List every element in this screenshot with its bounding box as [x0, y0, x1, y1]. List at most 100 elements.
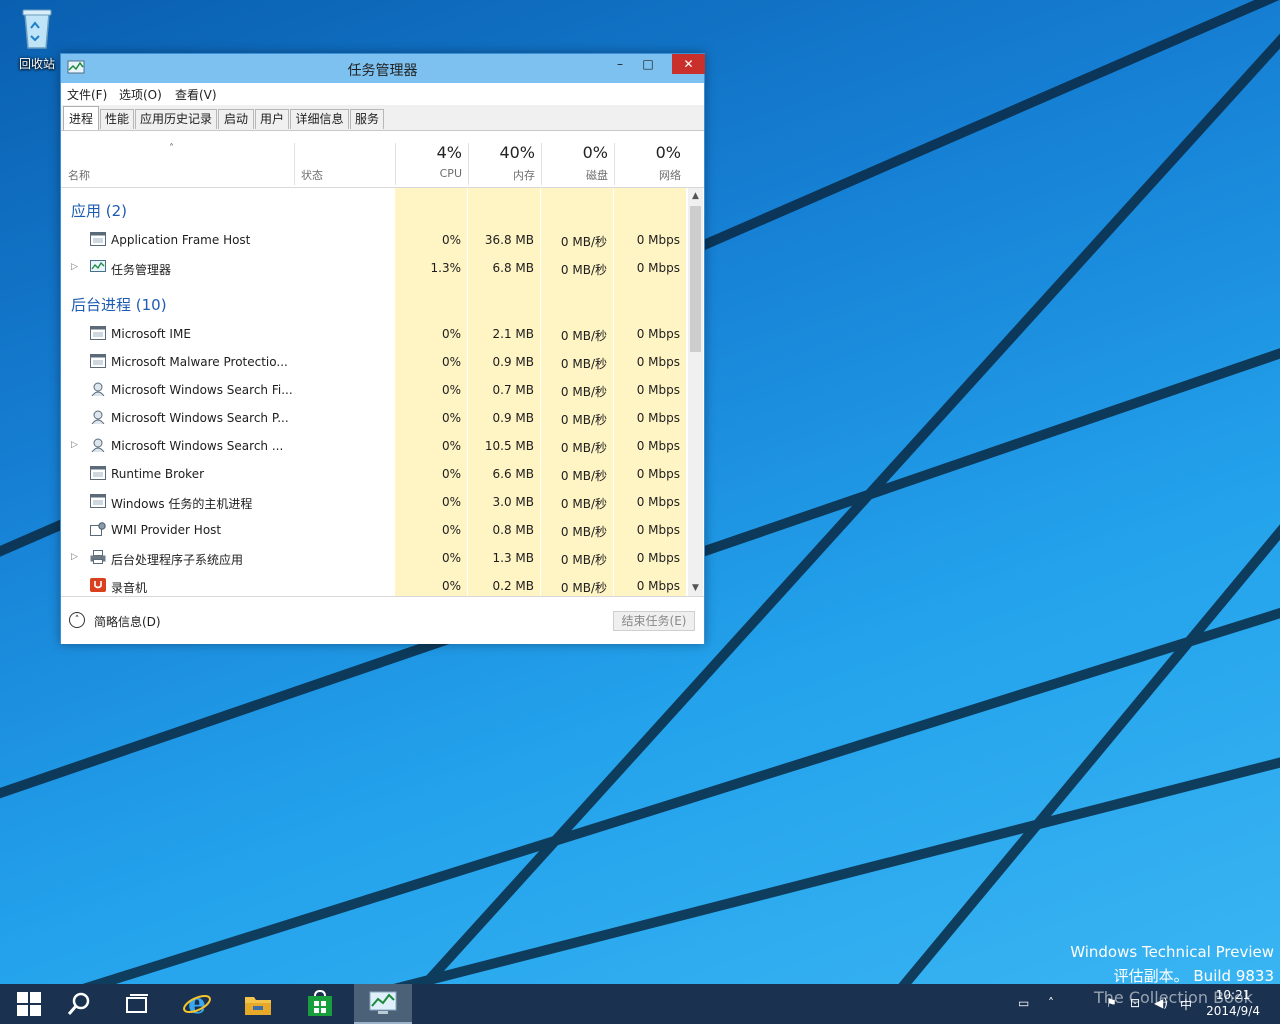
column-disk[interactable]: 0% 磁盘: [541, 131, 614, 187]
process-mem: 10.5 MB: [484, 439, 534, 453]
expand-icon[interactable]: ▷: [71, 552, 78, 562]
flag-icon[interactable]: ⚑: [1106, 996, 1117, 1010]
network-icon[interactable]: ⊡: [1130, 996, 1140, 1010]
process-net: 0 Mbps: [636, 261, 680, 275]
group-header: 后台进程 (10): [61, 282, 686, 320]
taskbar-clock[interactable]: 10:21 2014/9/4: [1206, 987, 1260, 1019]
process-row[interactable]: Microsoft Malware Protectio... 0% 0.9 MB 0 …: [61, 348, 686, 376]
vertical-scrollbar[interactable]: ▲ ▼: [688, 188, 703, 596]
network-label: 网络: [659, 169, 681, 182]
column-memory[interactable]: 40% 内存: [468, 131, 541, 187]
scroll-thumb[interactable]: [690, 206, 701, 352]
column-status[interactable]: 状态: [294, 131, 395, 187]
disk-label: 磁盘: [586, 169, 608, 182]
recycle-bin[interactable]: 回收站: [12, 6, 62, 72]
minimize-button[interactable]: –: [607, 54, 633, 75]
process-net: 0 Mbps: [636, 579, 680, 593]
process-mem: 0.8 MB: [492, 523, 534, 537]
process-cpu: 0%: [441, 233, 461, 247]
column-name[interactable]: ˄ 名称: [61, 131, 294, 187]
column-cpu[interactable]: 4% CPU: [395, 131, 468, 187]
memory-label: 内存: [513, 169, 535, 182]
process-cpu: 0%: [441, 551, 461, 565]
title-bar[interactable]: 任务管理器 – □ ✕: [61, 54, 705, 83]
process-disk: 0 MB/秒: [560, 441, 607, 455]
tab-details[interactable]: 详细信息: [290, 109, 349, 129]
task-view-button[interactable]: [108, 984, 166, 1024]
tab-services[interactable]: 服务: [350, 109, 384, 129]
maximize-button[interactable]: □: [635, 54, 661, 75]
process-row[interactable]: WMI Provider Host 0% 0.8 MB 0 MB/秒 0 Mbps: [61, 516, 686, 544]
process-row[interactable]: ▷ Microsoft Windows Search ... 0% 10.5 MB 0 …: [61, 432, 686, 460]
search-button[interactable]: [50, 984, 108, 1024]
tab-app-history[interactable]: 应用历史记录: [135, 109, 217, 129]
process-row[interactable]: Microsoft IME 0% 2.1 MB 0 MB/秒 0 Mbps: [61, 320, 686, 348]
task-manager-taskbar-button[interactable]: [354, 984, 412, 1024]
process-disk: 0 MB/秒: [560, 329, 607, 343]
process-row[interactable]: ▷ 任务管理器 1.3% 6.8 MB 0 MB/秒 0 Mbps: [61, 254, 686, 282]
network-total: 0%: [655, 143, 681, 162]
process-name: WMI Provider Host: [111, 523, 222, 537]
process-row[interactable]: Microsoft Windows Search P... 0% 0.9 MB 0 M…: [61, 404, 686, 432]
internet-explorer-button[interactable]: e: [168, 984, 226, 1024]
column-network[interactable]: 0% 网络: [614, 131, 687, 187]
scroll-down-icon[interactable]: ▼: [688, 580, 703, 596]
input-method-indicator[interactable]: 中: [1180, 996, 1192, 1013]
tab-startup[interactable]: 启动: [218, 109, 254, 129]
process-disk: 0 MB/秒: [560, 263, 607, 277]
cpu-label: CPU: [439, 167, 462, 180]
process-net: 0 Mbps: [636, 439, 680, 453]
process-disk: 0 MB/秒: [560, 581, 607, 595]
process-row[interactable]: Windows 任务的主机进程 0% 3.0 MB 0 MB/秒 0 Mbps: [61, 488, 686, 516]
tab-processes[interactable]: 进程: [63, 106, 99, 130]
process-net: 0 Mbps: [636, 551, 680, 565]
process-name: 录音机: [111, 581, 148, 595]
tab-users[interactable]: 用户: [255, 109, 289, 129]
scroll-up-icon[interactable]: ▲: [688, 188, 703, 204]
show-hidden-icons[interactable]: ˄: [1048, 996, 1054, 1010]
process-row[interactable]: Application Frame Host 0% 36.8 MB 0 MB/秒 0 M…: [61, 226, 686, 254]
task-view-icon: [126, 994, 148, 1013]
process-mem: 0.9 MB: [492, 411, 534, 425]
menu-options[interactable]: 选项(O): [119, 86, 162, 103]
process-row[interactable]: Microsoft Windows Search Fi... 0% 0.7 MB 0 …: [61, 376, 686, 404]
taskbar: e ▭ ˄ The Collection Book ⚑ ⊡ ◀) 中 10:21: [0, 984, 1280, 1024]
process-disk: 0 MB/秒: [560, 553, 607, 567]
printer-icon: [90, 550, 106, 564]
clock-time: 10:21: [1215, 988, 1251, 1002]
task-manager-window: 任务管理器 – □ ✕ 文件(F) 选项(O) 查看(V) 进程 性能 应用历史…: [60, 53, 705, 644]
store-button[interactable]: [291, 984, 349, 1024]
close-button[interactable]: ✕: [672, 54, 705, 74]
process-net: 0 Mbps: [636, 383, 680, 397]
process-row[interactable]: 录音机 0% 0.2 MB 0 MB/秒 0 Mbps: [61, 572, 686, 596]
process-row[interactable]: Runtime Broker 0% 6.6 MB 0 MB/秒 0 Mbps: [61, 460, 686, 488]
window-icon: [90, 494, 106, 508]
file-explorer-button[interactable]: [229, 984, 287, 1024]
process-net: 0 Mbps: [636, 495, 680, 509]
expand-icon[interactable]: ▷: [71, 262, 78, 272]
process-row[interactable]: ▷ 后台处理程序子系统应用 0% 1.3 MB 0 MB/秒 0 Mbps: [61, 544, 686, 572]
volume-icon[interactable]: ◀): [1154, 996, 1168, 1010]
search-service-icon: [90, 410, 106, 425]
end-task-button[interactable]: 结束任务(E): [613, 611, 695, 631]
action-center-icon[interactable]: ▭: [1018, 996, 1029, 1010]
expand-icon[interactable]: ▷: [71, 440, 78, 450]
chevron-up-icon[interactable]: ˄: [69, 612, 85, 628]
tab-performance[interactable]: 性能: [100, 109, 134, 129]
process-name: 后台处理程序子系统应用: [111, 553, 244, 567]
process-disk: 0 MB/秒: [560, 357, 607, 371]
process-name: Microsoft Malware Protectio...: [111, 355, 288, 369]
build-watermark: Windows Technical Preview 评估副本。 Build 98…: [1070, 940, 1274, 988]
file-explorer-icon: [245, 997, 271, 1015]
start-icon: [17, 992, 41, 1016]
process-mem: 3.0 MB: [492, 495, 534, 509]
search-icon: [67, 992, 90, 1015]
process-disk: 0 MB/秒: [560, 497, 607, 511]
fewer-details-link[interactable]: 简略信息(D): [94, 613, 161, 630]
process-mem: 0.2 MB: [492, 579, 534, 593]
menu-view[interactable]: 查看(V): [175, 86, 217, 103]
group-title: 后台进程 (10): [71, 296, 167, 314]
menu-file[interactable]: 文件(F): [67, 86, 107, 103]
recycle-bin-icon: [22, 9, 52, 49]
process-name: Application Frame Host: [111, 233, 251, 247]
